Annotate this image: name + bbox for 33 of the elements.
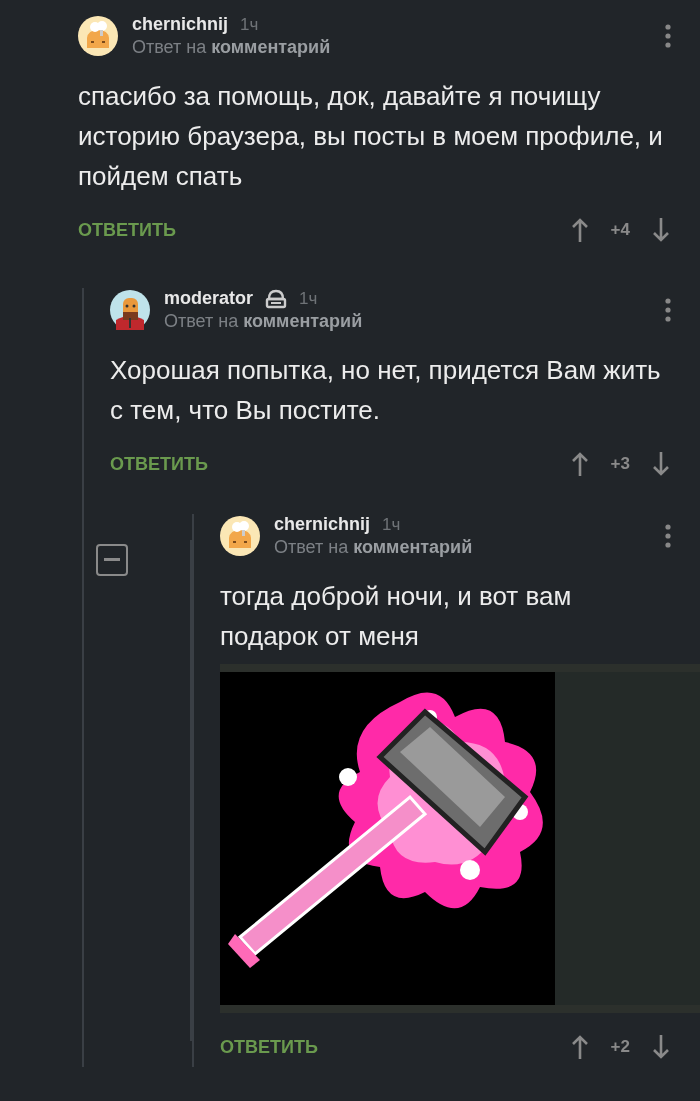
reply-to-link[interactable]: Ответ на комментарий <box>274 537 651 558</box>
comment-text: тогда доброй ночи, и вот вам подарок от меня <box>220 580 573 653</box>
username[interactable]: chernichnij <box>132 14 229 35</box>
badge-icon <box>265 288 287 309</box>
reply-button[interactable]: ОТВЕТИТЬ <box>110 453 208 475</box>
avatar[interactable] <box>78 16 118 56</box>
upvote-icon[interactable] <box>570 1034 589 1060</box>
collapse-button[interactable] <box>96 544 128 576</box>
minus-icon <box>104 558 120 562</box>
timestamp: 1ч <box>382 514 401 535</box>
avatar[interactable] <box>220 516 260 556</box>
upvote-icon[interactable] <box>570 217 589 243</box>
score: +3 <box>610 454 630 474</box>
username[interactable]: moderator <box>164 288 253 309</box>
more-icon[interactable] <box>665 24 671 48</box>
downvote-icon[interactable] <box>652 217 670 243</box>
comment-text: спасибо за помощь, док, давайте я почищу историю браузера, вы посты в моем профиле, и пойдем спать <box>78 80 664 193</box>
reply-to-link[interactable]: Ответ на комментарий <box>132 37 651 58</box>
reply-button[interactable]: ОТВЕТИТЬ <box>78 219 176 241</box>
more-icon[interactable] <box>665 524 671 548</box>
downvote-icon[interactable] <box>652 1034 670 1060</box>
score: +4 <box>610 220 630 240</box>
reply-to-link[interactable]: Ответ на комментарий <box>164 311 651 332</box>
downvote-icon[interactable] <box>652 451 670 477</box>
timestamp: 1ч <box>240 14 259 35</box>
reply-button[interactable]: ОТВЕТИТЬ <box>220 1036 318 1058</box>
username[interactable]: chernichnij <box>274 514 371 535</box>
score: +2 <box>610 1037 630 1057</box>
timestamp: 1ч <box>299 288 318 309</box>
more-icon[interactable] <box>665 298 671 322</box>
avatar[interactable] <box>110 290 150 330</box>
comment-text: Хорошая попытка, но нет, придется Вам жить с тем, что Вы постите. <box>110 354 662 427</box>
upvote-icon[interactable] <box>570 451 589 477</box>
